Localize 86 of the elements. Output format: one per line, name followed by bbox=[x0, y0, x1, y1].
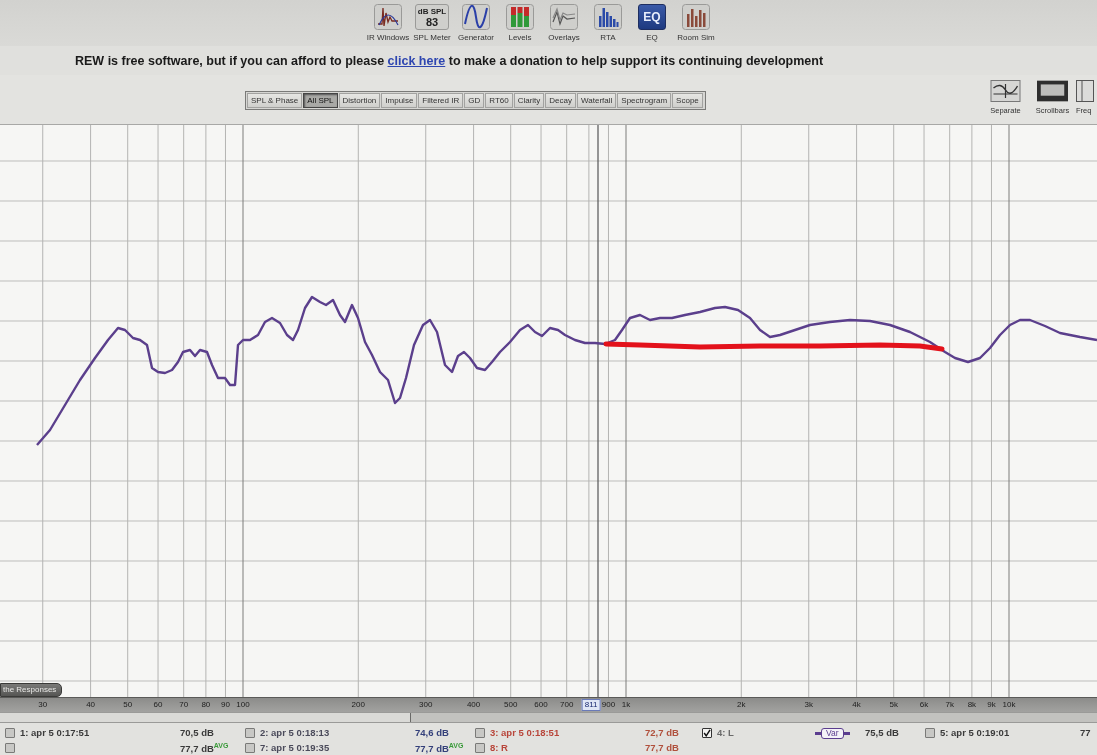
scrollbar-thumb[interactable] bbox=[410, 713, 1097, 722]
axis-label: 3k bbox=[804, 700, 813, 710]
tab[interactable]: Impulse bbox=[381, 93, 418, 108]
level-reading: 77,7 dB$^{AVG}$ bbox=[415, 741, 464, 755]
toolbar-button[interactable]: EQ EQ bbox=[630, 0, 674, 43]
axis-label: 90 bbox=[221, 700, 230, 710]
eq-tile: EQ bbox=[638, 4, 666, 30]
spectrum-bars-icon bbox=[594, 4, 622, 30]
axis-label: 700 bbox=[560, 700, 574, 710]
toolbar-button[interactable]: RTA bbox=[586, 0, 630, 43]
axis-label: 9k bbox=[987, 700, 996, 710]
axis-label: 300 bbox=[419, 700, 433, 710]
level-reading: 77,7 dB bbox=[645, 741, 679, 754]
measurement-name: 5: apr 5 0:19:01 bbox=[940, 727, 1010, 739]
axis-label: 400 bbox=[466, 700, 481, 710]
axis-label: 40 bbox=[86, 700, 96, 710]
axis-label: 811 bbox=[581, 699, 601, 711]
tab[interactable]: RT60 bbox=[485, 93, 513, 108]
axis-label: 200 bbox=[351, 700, 365, 710]
tab[interactable]: Scope bbox=[672, 93, 703, 108]
tab[interactable]: All SPL bbox=[303, 93, 338, 108]
level-reading: 72,7 dB bbox=[645, 727, 679, 739]
toolbar-button[interactable]: dB SPL 83 SPL Meter bbox=[410, 0, 454, 43]
measurement-name: 8: R bbox=[490, 741, 508, 754]
checkbox[interactable] bbox=[475, 742, 485, 753]
axis-label: 60 bbox=[153, 700, 163, 710]
level-reading: 74,6 dB bbox=[415, 727, 449, 739]
axis-label: 5k bbox=[889, 700, 898, 710]
measurement-name: 7: apr 5 0:19:35 bbox=[260, 741, 330, 754]
checkbox[interactable] bbox=[475, 728, 485, 738]
toolbar-button[interactable]: Room Sim bbox=[674, 0, 718, 43]
axis-label: 900 bbox=[601, 700, 616, 710]
level-reading: 70,5 dB bbox=[180, 727, 214, 739]
horizontal-scrollbar[interactable] bbox=[0, 712, 1097, 723]
measurement-name: 1: apr 5 0:17:51 bbox=[20, 727, 90, 739]
toolbar-button[interactable]: Levels bbox=[498, 0, 542, 43]
measurement-name: 4: L bbox=[717, 727, 734, 739]
meter-reading: 83 bbox=[425, 15, 439, 28]
axis-label: 500 bbox=[504, 700, 518, 710]
tab[interactable]: Waterfall bbox=[577, 93, 617, 108]
axis-label: 80 bbox=[201, 700, 211, 710]
level-reading: 77,7 dB$^{AVG}$ bbox=[180, 741, 229, 755]
window-frame-icon bbox=[1037, 80, 1068, 102]
overlay-curves-icon bbox=[550, 4, 578, 30]
axis-label: 7k bbox=[945, 700, 954, 710]
axis-label: 4k bbox=[852, 700, 861, 710]
checkbox[interactable] bbox=[925, 728, 935, 738]
toolbar-button[interactable]: Overlays bbox=[542, 0, 586, 43]
tab[interactable]: Clarity bbox=[513, 93, 545, 108]
measurement-name: 3: apr 5 0:18:51 bbox=[490, 727, 560, 739]
responses-button[interactable]: the Responses bbox=[0, 683, 63, 697]
axis-label: 2k bbox=[737, 700, 746, 710]
axis-label: 70 bbox=[179, 700, 189, 710]
checkbox[interactable] bbox=[702, 728, 712, 738]
tab[interactable]: SPL & Phase bbox=[247, 93, 303, 108]
axis-label: 8k bbox=[967, 700, 977, 710]
donation-link[interactable]: click here bbox=[387, 53, 446, 68]
tab[interactable]: Filtered IR bbox=[418, 93, 464, 108]
checkbox[interactable] bbox=[245, 742, 255, 753]
sine-wave-icon bbox=[462, 4, 490, 30]
donation-notice: REW is free software, but if you can afford to please click here to make a donation to help support its continuing development bbox=[75, 53, 824, 68]
bar-graph-icon bbox=[682, 4, 710, 30]
panel-icon bbox=[1076, 80, 1094, 102]
measurement-name: 2: apr 5 0:18:13 bbox=[260, 727, 330, 739]
meter-caption: dB SPL bbox=[417, 6, 447, 16]
axis-label: 10k bbox=[1002, 700, 1016, 710]
axis-label: 100 bbox=[236, 700, 250, 710]
waveform-icon bbox=[374, 4, 402, 30]
tab[interactable]: Distortion bbox=[338, 93, 381, 108]
tab[interactable]: GD bbox=[464, 93, 485, 108]
level-reading: 77 bbox=[1080, 727, 1091, 739]
axis-label: 600 bbox=[534, 700, 548, 710]
toolbar-button[interactable]: IR Windows bbox=[366, 0, 410, 43]
axis-label: 30 bbox=[38, 700, 48, 710]
level-bars-icon bbox=[506, 4, 534, 30]
level-reading: 75,5 dB bbox=[865, 727, 899, 739]
tab[interactable]: Spectrogram bbox=[617, 93, 672, 108]
axis-label: 1k bbox=[621, 700, 631, 710]
checkbox[interactable] bbox=[5, 728, 15, 738]
axis-label: 6k bbox=[919, 700, 929, 710]
checkbox[interactable] bbox=[5, 742, 15, 753]
tab[interactable]: Decay bbox=[545, 93, 577, 108]
axis-label: 50 bbox=[123, 700, 133, 710]
checkbox[interactable] bbox=[245, 728, 255, 738]
curve-graph-icon bbox=[990, 80, 1021, 102]
toolbar-button[interactable]: Generator bbox=[454, 0, 498, 43]
